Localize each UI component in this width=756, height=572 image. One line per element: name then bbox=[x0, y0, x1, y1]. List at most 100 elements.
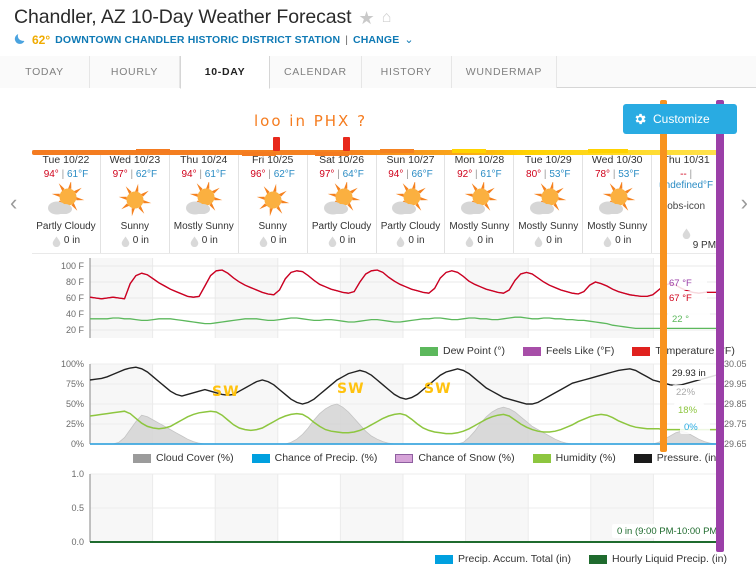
legend-swatch bbox=[395, 453, 414, 463]
star-icon[interactable]: ★ bbox=[358, 9, 374, 27]
chevron-down-icon[interactable]: ⌄ bbox=[404, 33, 413, 46]
gear-icon bbox=[633, 112, 647, 126]
day-precip: 0 in bbox=[170, 235, 238, 247]
day-precip: 0 in bbox=[308, 235, 376, 247]
humidity-legend-item-3[interactable]: Humidity (%) bbox=[532, 452, 616, 464]
tab-history[interactable]: HISTORY bbox=[361, 56, 452, 88]
day-temperatures: 80° | 53°F bbox=[514, 169, 582, 180]
day-high: 78° bbox=[594, 169, 611, 180]
station-name[interactable]: DOWNTOWN CHANDLER HISTORIC DISTRICT STAT… bbox=[55, 34, 340, 46]
precipitation-legend-item-0[interactable]: Precip. Accum. Total (in) bbox=[435, 553, 571, 565]
legend-label: Chance of Precip. (%) bbox=[274, 452, 378, 464]
temperature-chart: 20 F 40 F 60 F 80 F 100 F 67 °F 67 °F 22 ° bbox=[0, 254, 756, 342]
day-high: 96° bbox=[250, 169, 266, 180]
humidity-pressure-chart: 0% 25% 50% 75% 100% 29.65 29.75 29.85 29.95 30.05… bbox=[0, 358, 756, 450]
droplet-icon bbox=[465, 236, 474, 247]
droplet-icon bbox=[603, 236, 612, 247]
droplet-icon bbox=[121, 236, 130, 247]
day-low: 62°F bbox=[135, 169, 158, 180]
droplet-icon bbox=[396, 236, 405, 247]
next-arrow-icon[interactable]: › bbox=[741, 190, 748, 216]
legend-label: Hourly Liquid Precip. (in) bbox=[612, 553, 727, 565]
tab-hourly[interactable]: HOURLY bbox=[90, 56, 180, 88]
y-axis-tick: 100% bbox=[61, 359, 84, 369]
day-column-7[interactable]: Tue 10/29 80° | 53°F Mostly Sunny 0 in bbox=[514, 151, 584, 253]
day-condition: Mostly Sunny bbox=[449, 221, 510, 232]
day-temperatures: 92° | 61°F bbox=[445, 169, 513, 180]
day-high: 80° bbox=[526, 169, 542, 180]
day-low: 61°F bbox=[480, 169, 502, 180]
partly-cloudy-icon bbox=[583, 182, 651, 220]
day-high: 92° bbox=[457, 169, 473, 180]
legend-swatch bbox=[522, 346, 541, 356]
temp-divider: | bbox=[334, 169, 343, 180]
day-column-3[interactable]: Fri 10/25 96° | 62°F Sunny 0 in bbox=[238, 151, 308, 253]
day-low: 64°F bbox=[342, 169, 364, 180]
humidity-legend-item-4[interactable]: Pressure. (in) bbox=[633, 452, 720, 464]
temperature-chart-legend: Dew Point (°) Feels Like (°F) Temperature … bbox=[420, 345, 749, 357]
change-station-link[interactable]: CHANGE bbox=[353, 34, 399, 46]
day-condition: Sunny bbox=[258, 221, 287, 232]
svg-text:0 in (9:00 PM-10:00 PM): 0 in (9:00 PM-10:00 PM) bbox=[617, 526, 721, 537]
y-axis-tick: 40 F bbox=[66, 309, 85, 319]
home-icon[interactable]: ⌂ bbox=[382, 9, 392, 26]
day-column-1[interactable]: Wed 10/23 97° | 62°F Sunny 0 in bbox=[100, 151, 170, 253]
day-precip-value: 0 in bbox=[615, 235, 632, 246]
partly-cloudy-icon bbox=[377, 182, 445, 220]
tab-wundermap[interactable]: WUNDERMAP bbox=[451, 56, 558, 88]
tab-10-day[interactable]: 10-DAY bbox=[180, 56, 270, 89]
day-precip: 0 in bbox=[445, 235, 513, 247]
prev-arrow-icon[interactable]: ‹ bbox=[10, 190, 17, 216]
day-column-8[interactable]: Wed 10/30 78° | 53°F Mostly Sunny 0 in bbox=[583, 151, 653, 253]
annotation-sw-3: SW bbox=[424, 381, 452, 397]
page-title: Chandler, AZ 10-Day Weather Forecast bbox=[14, 6, 352, 28]
partly-cloudy-icon bbox=[32, 182, 100, 220]
day-low: 62°F bbox=[273, 169, 295, 180]
legend-label: Cloud Cover (%) bbox=[156, 452, 234, 464]
svg-text:22 °: 22 ° bbox=[672, 314, 689, 325]
temp-divider: | bbox=[686, 169, 693, 180]
chart2-callout-0: 29.93 in bbox=[668, 366, 720, 380]
droplet-icon bbox=[328, 236, 336, 247]
day-column-5[interactable]: Sun 10/27 94° | 66°F Partly Cloudy 0 in bbox=[376, 151, 446, 253]
moon-icon bbox=[14, 32, 27, 47]
chart3-callout-0: 0 in (9:00 PM-10:00 PM) bbox=[612, 524, 722, 538]
customize-button[interactable]: Customize bbox=[623, 104, 737, 134]
day-column-0[interactable]: Tue 10/22 94° | 61°F Partly Cloudy 0 in bbox=[32, 151, 101, 253]
day-column-6[interactable]: Mon 10/28 92° | 61°F Mostly Sunny 0 in bbox=[445, 151, 515, 253]
legend-swatch bbox=[133, 453, 151, 463]
legend-swatch bbox=[435, 554, 453, 564]
day-low: 61°F bbox=[204, 169, 227, 180]
day-precip-value: 0 in bbox=[270, 235, 287, 246]
page-header: Chandler, AZ 10-Day Weather Forecast ★ ⌂… bbox=[0, 0, 756, 47]
humidity-legend-item-1[interactable]: Chance of Precip. (%) bbox=[251, 452, 378, 464]
day-high: 94° bbox=[43, 169, 59, 180]
day-column-4[interactable]: Sat 10/26 97° | 64°F Partly Cloudy 0 in bbox=[307, 151, 377, 253]
day-condition: Partly Cloudy bbox=[380, 221, 441, 232]
day-low: 66°F bbox=[411, 169, 433, 180]
day-temperatures: 96° | 62°F bbox=[239, 169, 307, 180]
chart-callout-0: 67 °F bbox=[665, 276, 707, 290]
droplet-icon bbox=[259, 236, 267, 247]
precipitation-legend-item-1[interactable]: Hourly Liquid Precip. (in) bbox=[589, 553, 727, 565]
partly-cloudy-icon bbox=[445, 182, 513, 220]
day-low: undefined°F bbox=[659, 180, 714, 191]
legend-swatch bbox=[589, 554, 608, 564]
temperature-legend-item-1[interactable]: Feels Like (°F) bbox=[522, 345, 614, 357]
day-precip-value: 0 in bbox=[201, 235, 218, 246]
humidity-legend-item-0[interactable]: Cloud Cover (%) bbox=[133, 452, 234, 464]
legend-swatch bbox=[251, 453, 270, 463]
day-condition: Mostly Sunny bbox=[587, 221, 648, 232]
day-high: 97° bbox=[319, 169, 335, 180]
tab-calendar[interactable]: CALENDAR bbox=[270, 56, 362, 88]
tab-today[interactable]: TODAY bbox=[0, 56, 90, 88]
sunny-icon bbox=[239, 182, 307, 220]
day-precip: 0 in bbox=[101, 235, 169, 247]
separator: | bbox=[345, 33, 348, 46]
orange-time-marker bbox=[660, 100, 667, 452]
sunny-icon bbox=[101, 182, 169, 220]
current-temperature: 62° bbox=[32, 32, 51, 47]
humidity-legend-item-2[interactable]: Chance of Snow (%) bbox=[395, 452, 515, 464]
day-column-2[interactable]: Thu 10/24 94° | 61°F Mostly Sunny 0 in bbox=[169, 151, 239, 253]
temperature-legend-item-0[interactable]: Dew Point (°) bbox=[420, 345, 505, 357]
